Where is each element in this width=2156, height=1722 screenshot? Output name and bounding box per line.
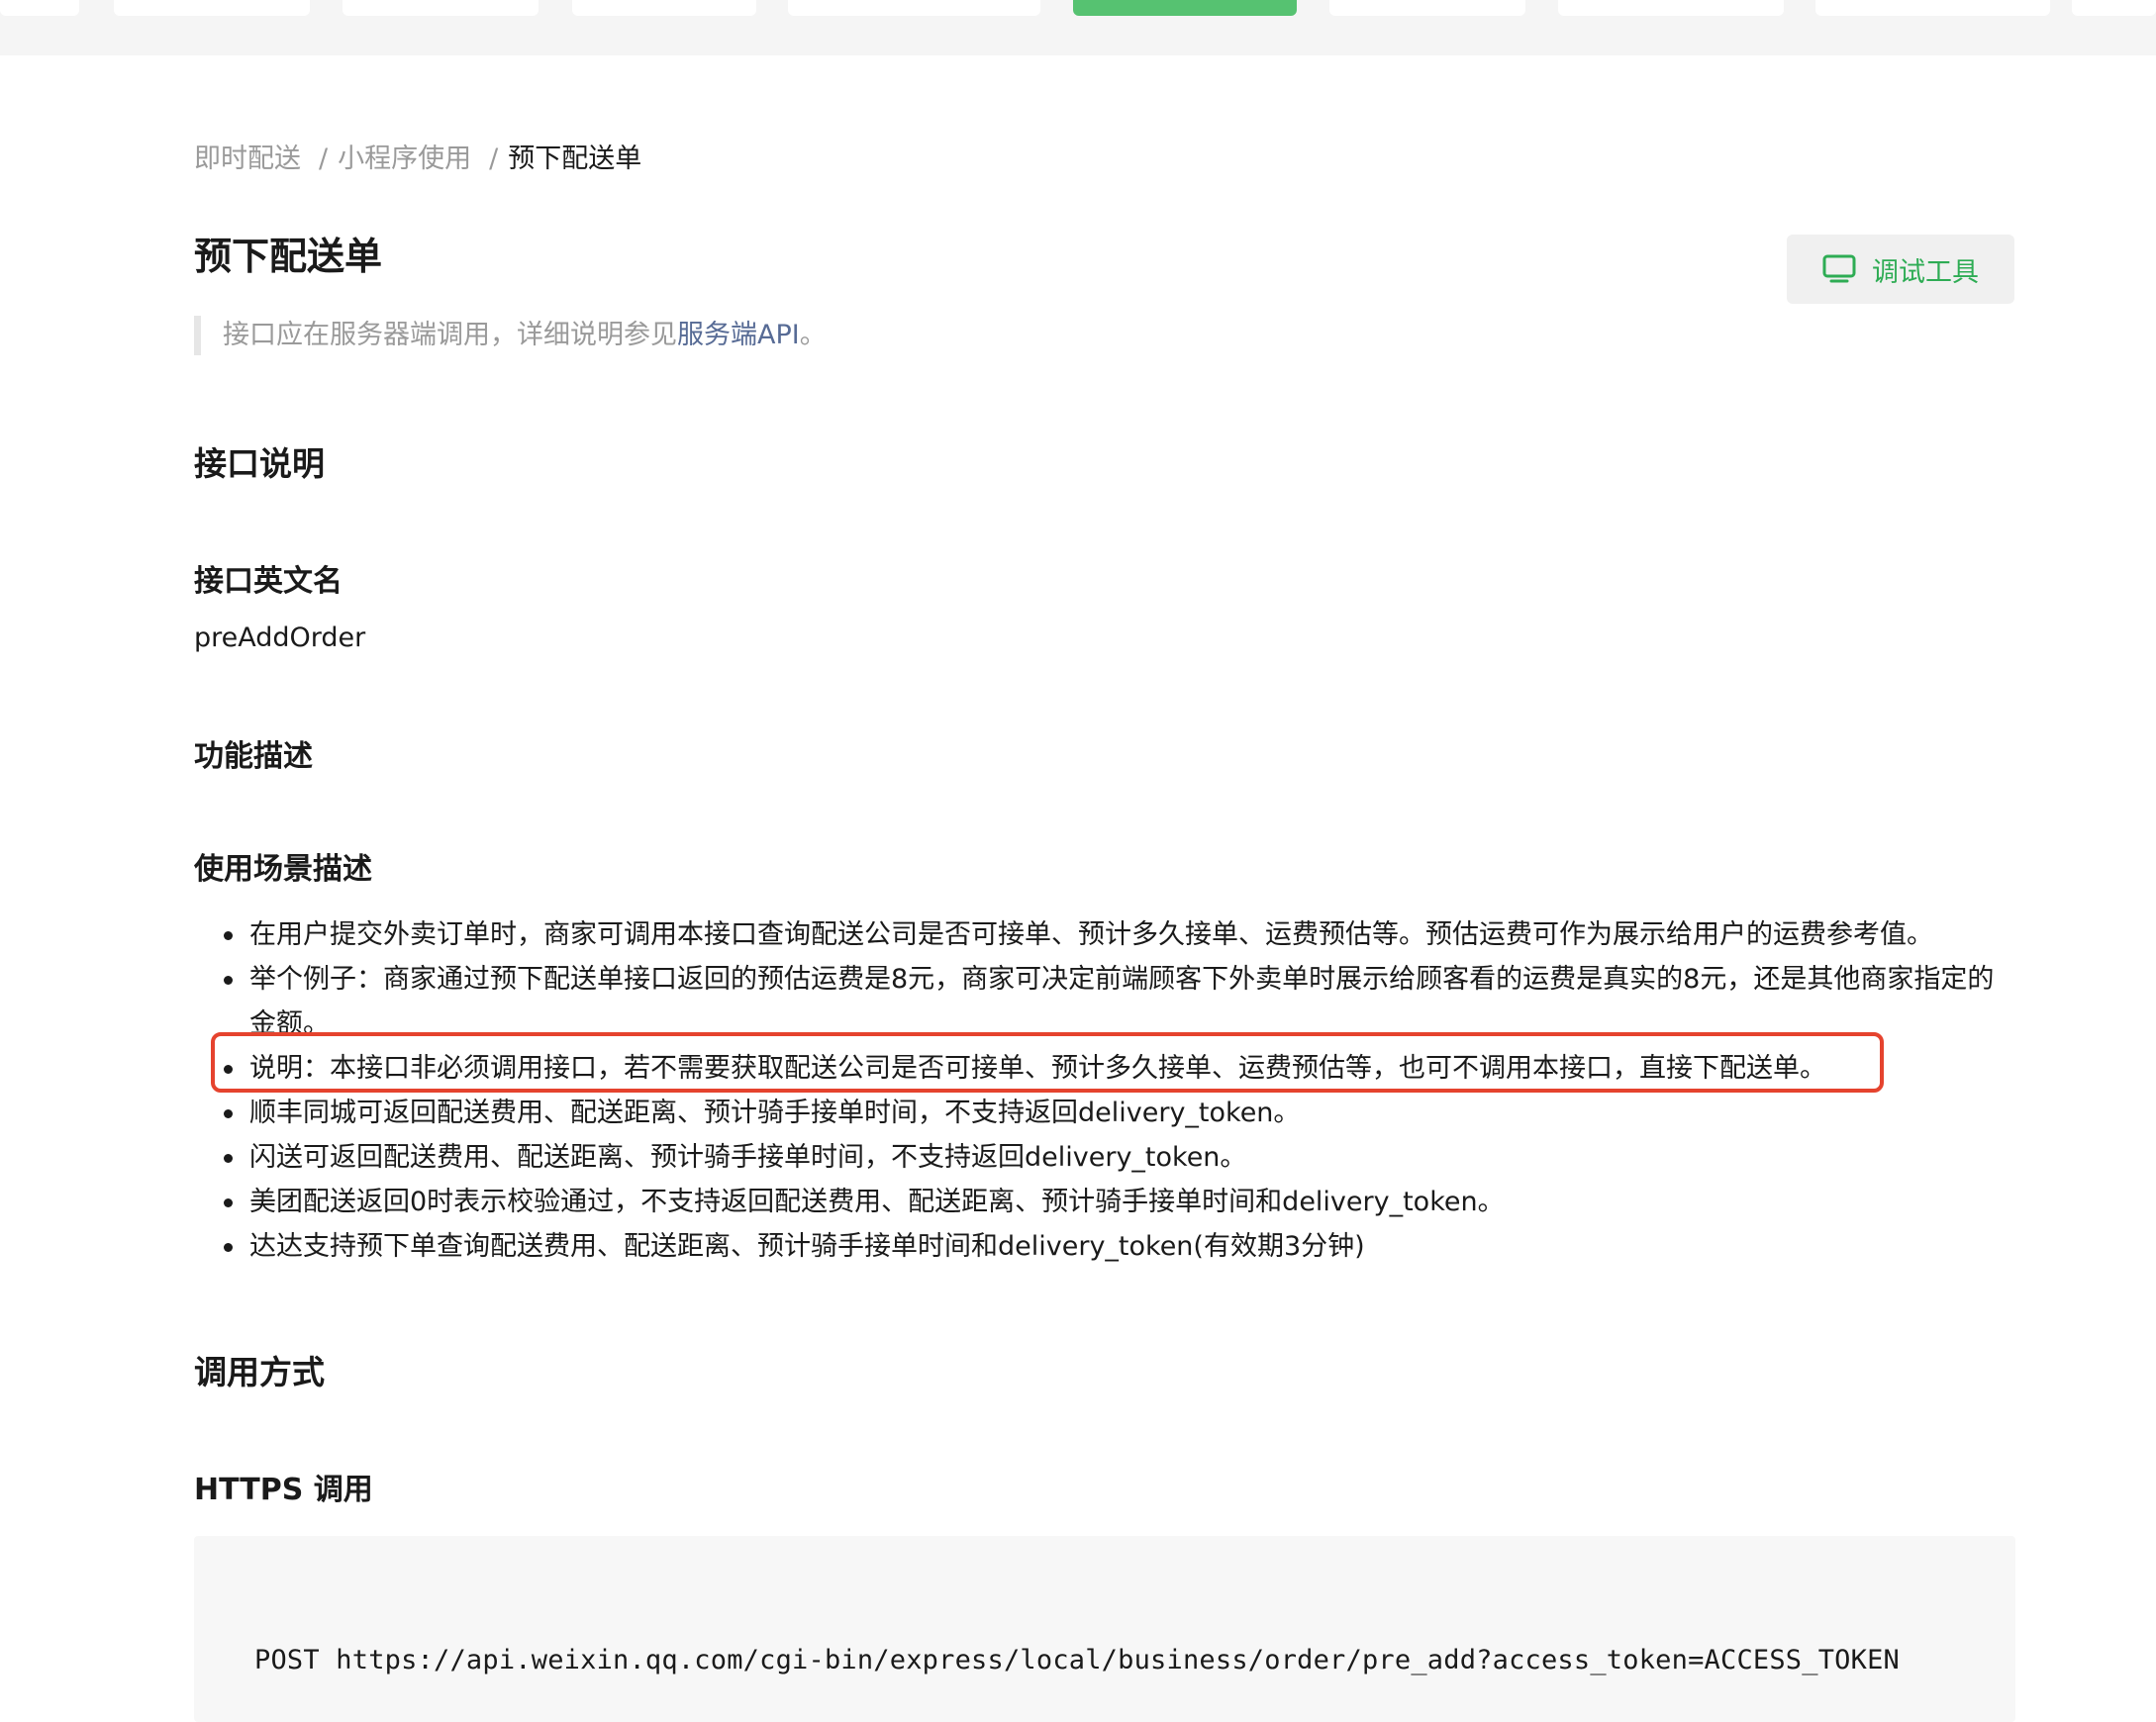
breadcrumb-item[interactable]: 小程序使用 [338,144,471,174]
top-nav-tab[interactable] [1329,0,1525,16]
top-nav-tab[interactable] [114,0,310,16]
breadcrumb-separator: / [489,144,499,174]
code-block: POST https://api.weixin.qq.com/cgi-bin/e… [194,1536,2015,1722]
section-heading-usage-desc: 使用场景描述 [194,852,372,887]
breadcrumb-item[interactable]: 即时配送 [194,144,301,174]
usage-list-item: 达达支持预下单查询配送费用、配送距离、预计骑手接单时间和delivery_tok… [194,1224,2015,1269]
breadcrumb-current: 预下配送单 [508,144,642,174]
top-nav-tab[interactable] [788,0,1040,16]
section-heading-call-method: 调用方式 [194,1353,325,1391]
usage-list-item: 闪送可返回配送费用、配送距离、预计骑手接单时间，不支持返回delivery_to… [194,1135,2015,1180]
usage-list-item: 举个例子：商家通过预下配送单接口返回的预估运费是8元，商家可决定前端顾客下外卖单… [194,957,2015,1046]
debug-tool-label: 调试工具 [1872,256,1979,288]
usage-list-item: 在用户提交外卖订单时，商家可调用本接口查询配送公司是否可接单、预计多久接单、运费… [194,912,2015,957]
debug-tool-button[interactable]: 调试工具 [1787,235,2014,304]
top-nav-tab[interactable] [1815,0,2050,16]
request-url-code: POST https://api.weixin.qq.com/cgi-bin/e… [254,1645,1900,1675]
monitor-icon [1822,254,1856,283]
top-nav-tab[interactable] [1558,0,1784,16]
server-api-notice: 接口应在服务器端调用，详细说明参见服务端API。 [194,316,827,355]
page-title: 预下配送单 [194,235,383,278]
breadcrumb: 即时配送 / 小程序使用 / 预下配送单 [194,137,641,175]
usage-list-item: 美团配送返回0时表示校验通过，不支持返回配送费用、配送距离、预计骑手接单时间和d… [194,1180,2015,1224]
top-nav-tab[interactable] [2072,0,2156,16]
section-heading-https-call: HTTPS 调用 [194,1473,373,1507]
section-heading-interface-desc: 接口说明 [194,444,325,483]
english-name-value: preAddOrder [194,622,366,653]
usage-list: 在用户提交外卖订单时，商家可调用本接口查询配送公司是否可接单、预计多久接单、运费… [194,912,2015,1269]
usage-list-item-highlighted: 说明：本接口非必须调用接口，若不需要获取配送公司是否可接单、预计多久接单、运费预… [194,1046,2015,1091]
top-nav-tab-active[interactable] [1073,0,1297,16]
notice-text: 接口应在服务器端调用，详细说明参见 [223,320,677,350]
top-nav-tab[interactable] [343,0,539,16]
top-nav-tab[interactable] [572,0,756,16]
breadcrumb-separator: / [319,144,329,174]
usage-list-item: 顺丰同城可返回配送费用、配送距离、预计骑手接单时间，不支持返回delivery_… [194,1091,2015,1135]
section-heading-english-name: 接口英文名 [194,564,343,599]
notice-text-end: 。 [799,320,827,350]
section-heading-function-desc: 功能描述 [194,739,313,774]
server-api-link[interactable]: 服务端API [677,320,800,350]
top-nav-tab[interactable] [0,0,79,16]
top-nav-strip [0,0,2156,55]
